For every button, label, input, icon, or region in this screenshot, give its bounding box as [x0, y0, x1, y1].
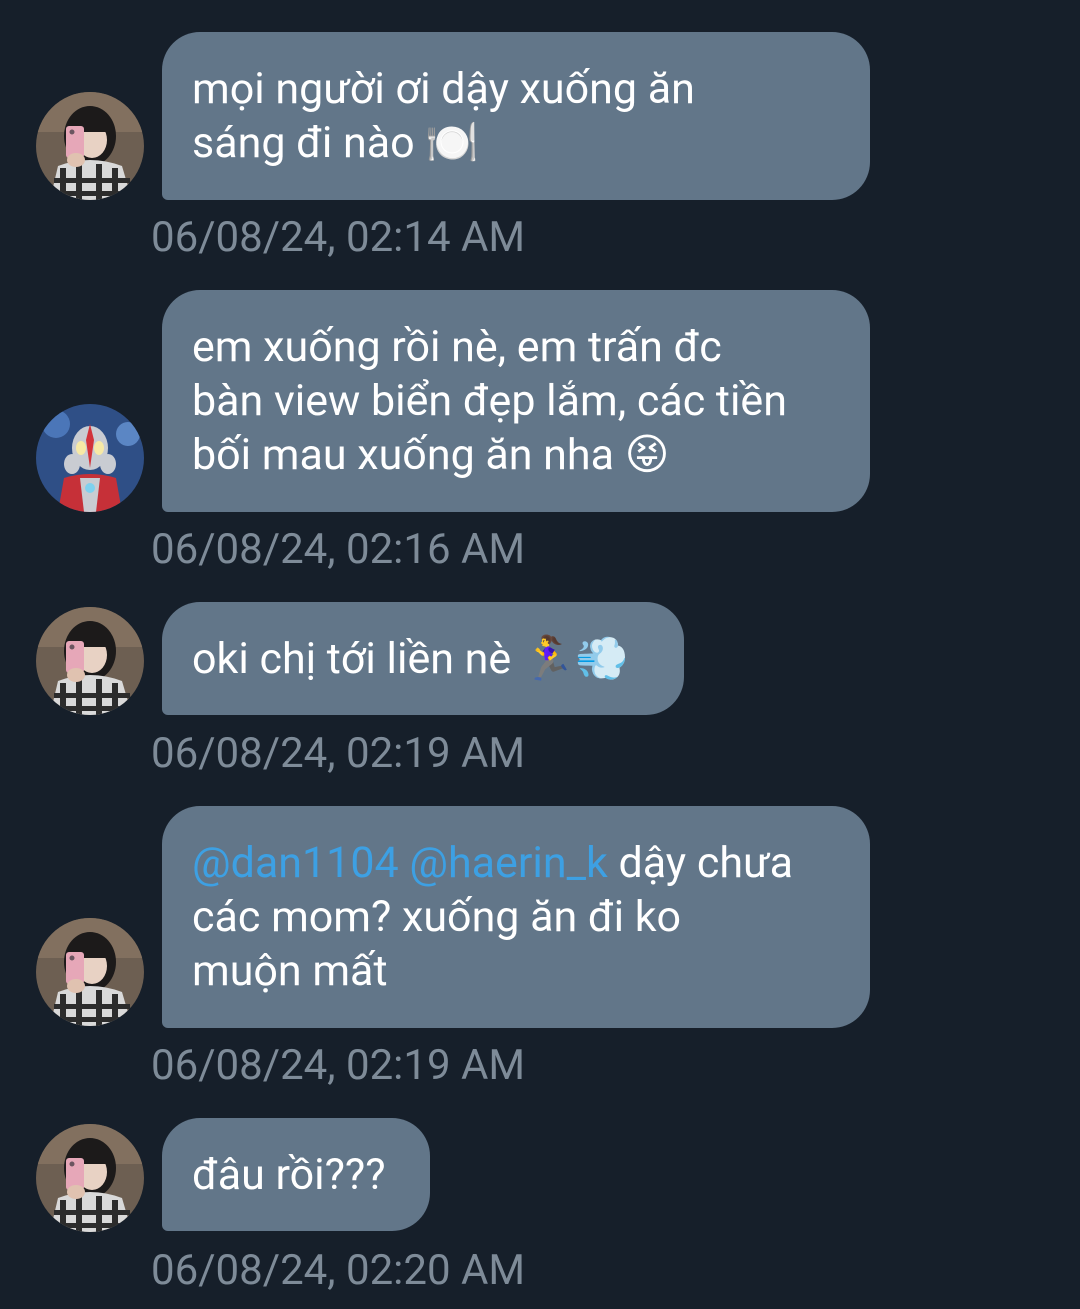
avatar[interactable]	[36, 918, 144, 1026]
message-timestamp: 06/08/24, 02:14 AM	[151, 213, 526, 262]
message-bubble[interactable]: em xuống rồi nè, em trấn đc bàn view biể…	[162, 290, 870, 512]
message-line: bối mau xuống ăn nha 😝	[192, 430, 670, 480]
message-line: đâu rồi???	[192, 1149, 386, 1200]
ultraman-avatar-icon	[36, 404, 144, 512]
message-line: các mom? xuống ăn đi ko	[192, 892, 682, 942]
message-bubble[interactable]: oki chị tới liền nè 🏃‍♀️💨	[162, 602, 684, 715]
avatar[interactable]	[36, 404, 144, 512]
message-text: đâu rồi???	[192, 1148, 386, 1202]
message-timestamp: 06/08/24, 02:19 AM	[151, 729, 526, 778]
girl-phone-avatar-icon	[36, 918, 144, 1026]
message-text: oki chị tới liền nè 🏃‍♀️💨	[192, 632, 629, 686]
message-text: @dan1104 @haerin_k dậy chưa các mom? xuố…	[192, 836, 793, 998]
girl-phone-avatar-icon	[36, 92, 144, 200]
message-line-text: dậy chưa	[607, 838, 793, 888]
message-timestamp: 06/08/24, 02:20 AM	[151, 1246, 526, 1295]
message-timestamp: 06/08/24, 02:19 AM	[151, 1041, 526, 1090]
message-bubble[interactable]: đâu rồi???	[162, 1118, 430, 1231]
message-line: bàn view biển đẹp lắm, các tiền	[192, 376, 787, 426]
message-line: sáng đi nào 🍽️	[192, 118, 479, 168]
message-line: oki chị tới liền nè 🏃‍♀️💨	[192, 633, 629, 684]
avatar[interactable]	[36, 607, 144, 715]
avatar[interactable]	[36, 92, 144, 200]
message-line: muộn mất	[192, 946, 388, 996]
girl-phone-avatar-icon	[36, 607, 144, 715]
message-line: @dan1104 @haerin_k dậy chưa	[192, 836, 793, 890]
message-text: em xuống rồi nè, em trấn đc bàn view biể…	[192, 320, 787, 482]
mention-link[interactable]: @dan1104	[192, 838, 399, 888]
message-bubble[interactable]: @dan1104 @haerin_k dậy chưa các mom? xuố…	[162, 806, 870, 1028]
message-timestamp: 06/08/24, 02:16 AM	[151, 525, 526, 574]
message-line: mọi người ơi dậy xuống ăn	[192, 64, 695, 114]
mention-link[interactable]: @haerin_k	[409, 838, 607, 888]
girl-phone-avatar-icon	[36, 1124, 144, 1232]
avatar[interactable]	[36, 1124, 144, 1232]
message-text: mọi người ơi dậy xuống ăn sáng đi nào 🍽️	[192, 62, 695, 170]
message-bubble[interactable]: mọi người ơi dậy xuống ăn sáng đi nào 🍽️	[162, 32, 870, 200]
message-line: em xuống rồi nè, em trấn đc	[192, 322, 722, 372]
